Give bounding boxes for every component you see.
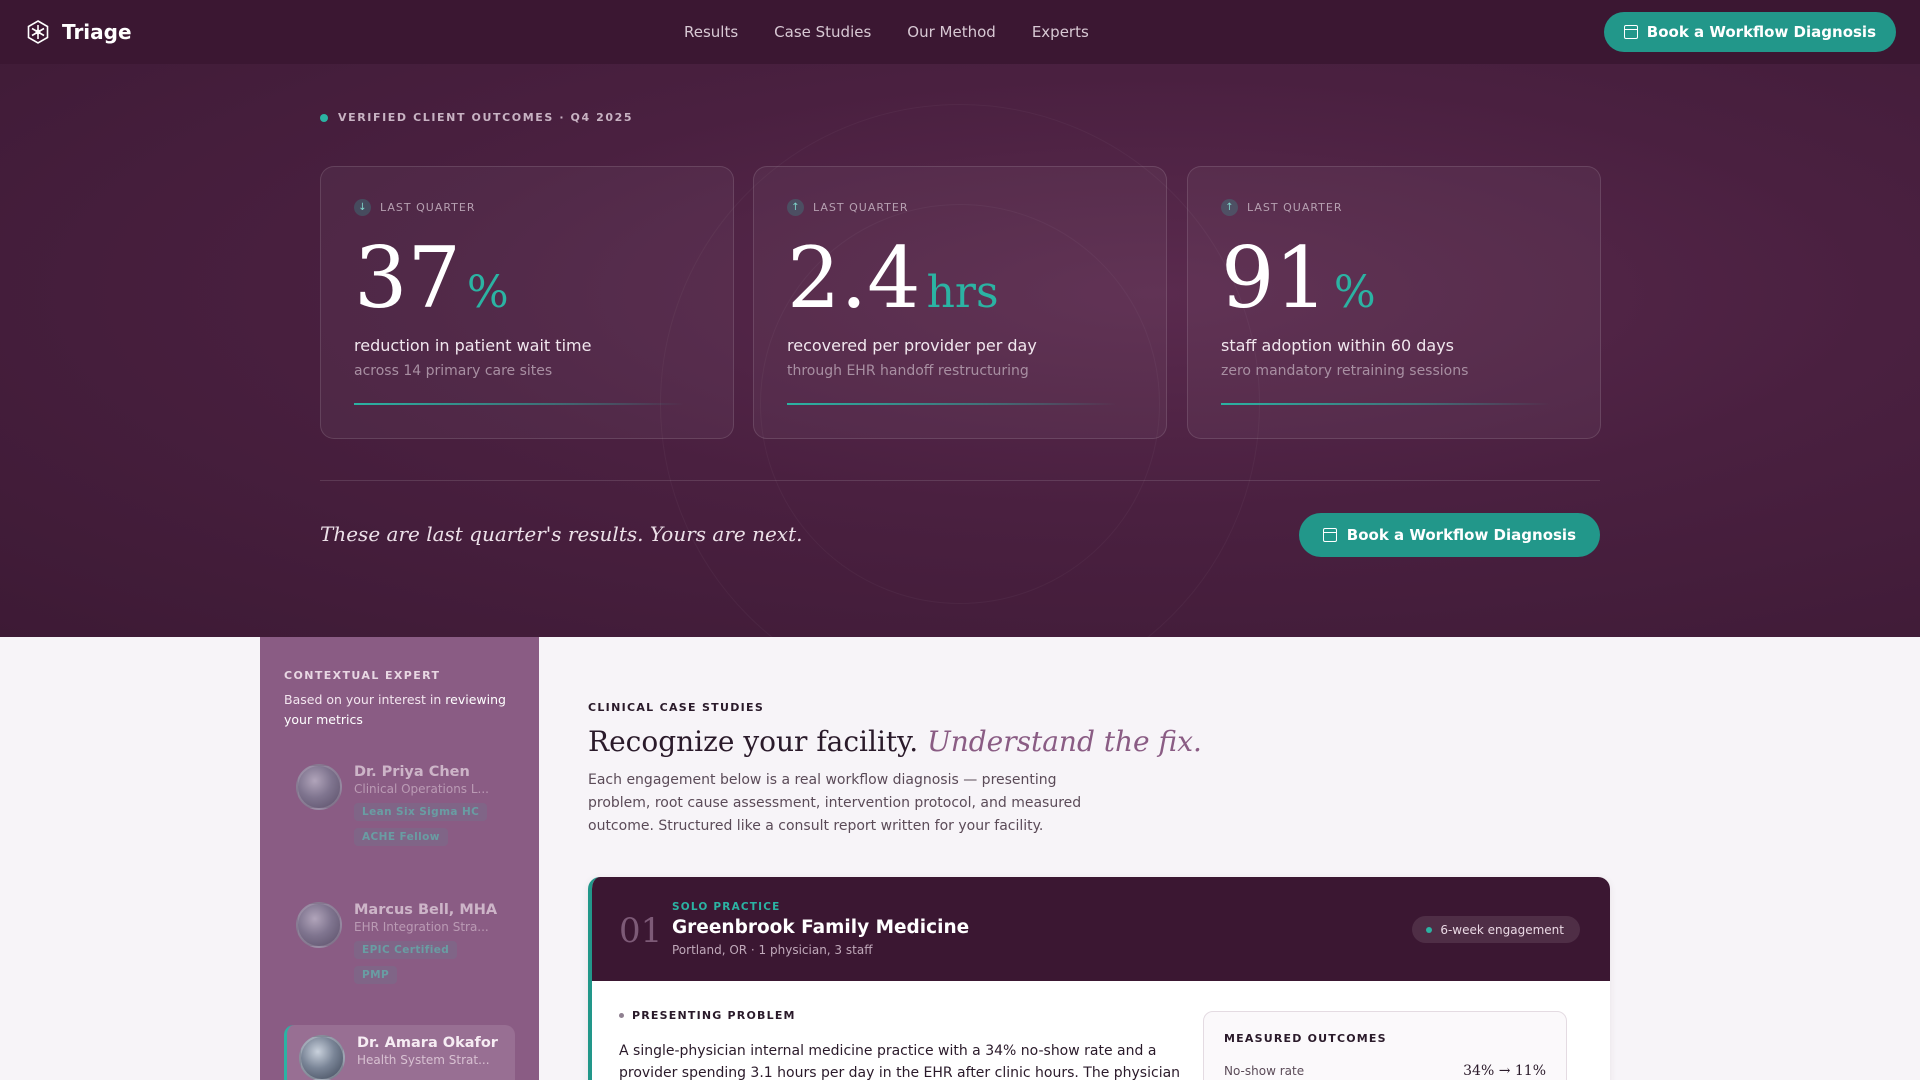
expert-role: Clinical Operations L... xyxy=(354,782,489,796)
stat-subtext: zero mandatory retraining sessions xyxy=(1221,363,1469,379)
hero-eyebrow: VERIFIED CLIENT OUTCOMES · Q4 2025 xyxy=(320,111,633,124)
case-type: SOLO PRACTICE xyxy=(672,901,781,913)
expert-name: Dr. Amara Okafor xyxy=(357,1035,498,1051)
stat-description: staff adoption within 60 days xyxy=(1221,336,1454,355)
stat-card-hours-recovered: ↑ LAST QUARTER 2.4 hrs recovered per pro… xyxy=(753,166,1167,439)
stat-description: recovered per provider per day xyxy=(787,336,1037,355)
arrow-down-icon: ↓ xyxy=(354,199,371,216)
presenting-problem-label: PRESENTING PROBLEM xyxy=(619,1009,796,1022)
arrow-up-icon: ↑ xyxy=(1221,199,1238,216)
case-meta: Portland, OR · 1 physician, 3 staff xyxy=(672,943,873,957)
sidebar-label: CONTEXTUAL EXPERT xyxy=(284,669,441,682)
presenting-problem-heading: PRESENTING PROBLEM xyxy=(632,1009,796,1022)
stat-subtext: across 14 primary care sites xyxy=(354,363,553,379)
stat-unit: % xyxy=(466,267,509,318)
outcomes-label: MEASURED OUTCOMES xyxy=(1224,1032,1387,1045)
status-dot-icon xyxy=(1426,926,1433,933)
outcome-value: 34% → 11% xyxy=(1463,1063,1546,1079)
credential-badge: PMP xyxy=(354,966,398,984)
hero-eyebrow-text: VERIFIED CLIENT OUTCOMES · Q4 2025 xyxy=(338,111,634,124)
avatar xyxy=(296,764,342,810)
case-facility-name: Greenbrook Family Medicine xyxy=(672,917,970,938)
stat-value: 91 xyxy=(1221,229,1328,327)
nav-link-experts[interactable]: Experts xyxy=(1032,23,1089,41)
nav-link-our-method[interactable]: Our Method xyxy=(907,23,996,41)
stat-unit: % xyxy=(1333,267,1376,318)
stat-card-staff-adoption: ↑ LAST QUARTER 91 % staff adoption withi… xyxy=(1187,166,1601,439)
nav-links: Results Case Studies Our Method Experts xyxy=(684,0,1089,64)
stat-unit: hrs xyxy=(926,267,999,318)
stat-value: 37 xyxy=(354,229,461,327)
nav-link-results[interactable]: Results xyxy=(684,23,738,41)
stat-accent-line xyxy=(354,403,684,405)
presenting-problem-text: A single-physician internal medicine pra… xyxy=(619,1043,1181,1080)
case-number: 01 xyxy=(619,911,663,951)
stat-period: LAST QUARTER xyxy=(1247,201,1343,214)
stat-accent-line xyxy=(1221,403,1551,405)
brand-name: Triage xyxy=(62,20,132,44)
calendar-icon xyxy=(1623,25,1638,39)
avatar xyxy=(299,1035,345,1080)
section-title-main: Recognize your facility. xyxy=(588,725,919,758)
hero-tagline: These are last quarter's results. Yours … xyxy=(320,522,803,546)
nav-link-case-studies[interactable]: Case Studies xyxy=(774,23,871,41)
stat-subtext: through EHR handoff restructuring xyxy=(787,363,1029,379)
sidebar-context: Based on your interest in reviewing your… xyxy=(284,690,515,730)
hero-section: VERIFIED CLIENT OUTCOMES · Q4 2025 ↓ LAS… xyxy=(0,64,1920,637)
expert-name: Dr. Priya Chen xyxy=(354,764,470,780)
section-title-emphasis: Understand the fix. xyxy=(927,725,1202,758)
expert-name: Marcus Bell, MHA xyxy=(354,902,498,918)
outcome-row: No-show rate 34% → 11% xyxy=(1224,1063,1546,1079)
section-title: Recognize your facility. Understand the … xyxy=(588,725,1202,758)
stat-card-wait-time: ↓ LAST QUARTER 37 % reduction in patient… xyxy=(320,166,734,439)
outcome-name: No-show rate xyxy=(1224,1064,1305,1078)
stat-period: LAST QUARTER xyxy=(380,201,476,214)
bullet-dot-icon xyxy=(619,1013,624,1018)
stat-period: LAST QUARTER xyxy=(813,201,909,214)
expert-card-marcus-bell[interactable]: Marcus Bell, MHA EHR Integration Stra...… xyxy=(284,892,515,994)
context-prefix: Based on your interest in xyxy=(284,692,446,707)
expert-card-priya-chen[interactable]: Dr. Priya Chen Clinical Operations L... … xyxy=(284,754,515,856)
expert-role: EHR Integration Stra... xyxy=(354,920,489,934)
contextual-expert-sidebar: CONTEXTUAL EXPERT Based on your interest… xyxy=(260,637,539,1080)
stat-accent-line xyxy=(787,403,1117,405)
top-nav: Triage Results Case Studies Our Method E… xyxy=(0,0,1920,64)
case-studies-section: CLINICAL CASE STUDIES Recognize your fac… xyxy=(539,637,1920,1080)
measured-outcomes-panel: MEASURED OUTCOMES No-show rate 34% → 11% xyxy=(1203,1011,1567,1080)
engagement-label: 6-week engagement xyxy=(1440,922,1564,937)
avatar xyxy=(296,902,342,948)
hero-divider xyxy=(320,480,1600,481)
section-eyebrow: CLINICAL CASE STUDIES xyxy=(588,701,765,714)
stat-description: reduction in patient wait time xyxy=(354,336,592,355)
nav-book-diagnosis-button[interactable]: Book a Workflow Diagnosis xyxy=(1603,12,1896,52)
status-dot-icon xyxy=(320,113,328,122)
credential-badge: Lean Six Sigma HC xyxy=(354,803,488,821)
credential-badge: ACHE Fellow xyxy=(354,828,448,846)
brand-logo[interactable]: Triage xyxy=(24,18,132,46)
expert-card-amara-okafor[interactable]: Dr. Amara Okafor Health System Strat... xyxy=(284,1025,515,1080)
nav-cta-label: Book a Workflow Diagnosis xyxy=(1646,23,1876,41)
calendar-icon xyxy=(1322,528,1337,542)
section-description: Each engagement below is a real workflow… xyxy=(588,772,1082,834)
credential-badge: EPIC Certified xyxy=(354,941,458,959)
case-study-card[interactable]: 01 SOLO PRACTICE Greenbrook Family Medic… xyxy=(588,877,1610,1080)
hero-book-diagnosis-button[interactable]: Book a Workflow Diagnosis xyxy=(1298,513,1600,557)
engagement-badge: 6-week engagement xyxy=(1412,916,1580,943)
hero-cta-label: Book a Workflow Diagnosis xyxy=(1346,526,1576,544)
case-header: 01 SOLO PRACTICE Greenbrook Family Medic… xyxy=(592,877,1610,981)
arrow-up-icon: ↑ xyxy=(787,199,804,216)
expert-role: Health System Strat... xyxy=(357,1053,490,1067)
stat-value: 2.4 xyxy=(787,229,921,327)
star-of-life-icon xyxy=(27,20,49,44)
